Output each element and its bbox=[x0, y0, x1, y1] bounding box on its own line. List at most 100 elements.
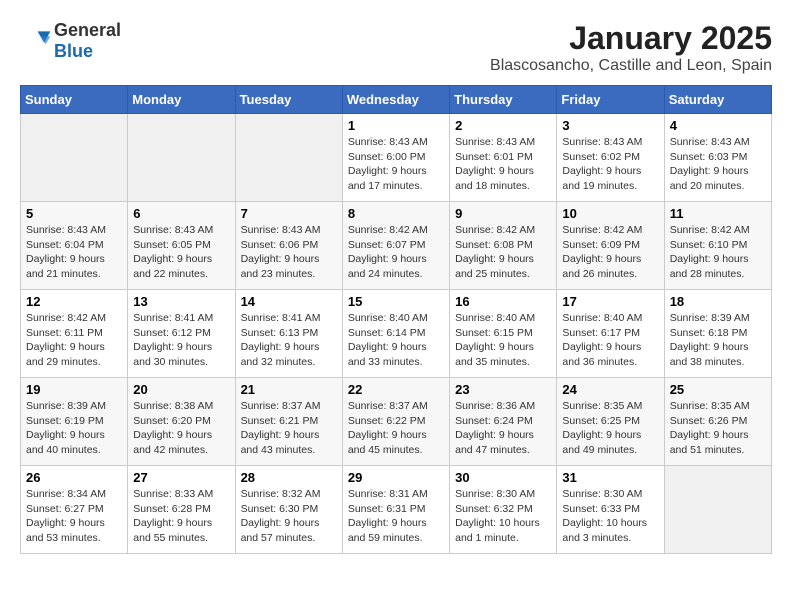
sunrise-text: Sunrise: 8:40 AM bbox=[562, 312, 642, 324]
sunset-text: Sunset: 6:15 PM bbox=[455, 327, 533, 339]
sunrise-text: Sunrise: 8:43 AM bbox=[670, 136, 750, 148]
calendar-cell: 8 Sunrise: 8:42 AM Sunset: 6:07 PM Dayli… bbox=[342, 202, 449, 290]
day-detail: Sunrise: 8:36 AM Sunset: 6:24 PM Dayligh… bbox=[455, 399, 551, 458]
day-detail: Sunrise: 8:35 AM Sunset: 6:25 PM Dayligh… bbox=[562, 399, 658, 458]
calendar-cell: 14 Sunrise: 8:41 AM Sunset: 6:13 PM Dayl… bbox=[235, 290, 342, 378]
calendar-cell: 13 Sunrise: 8:41 AM Sunset: 6:12 PM Dayl… bbox=[128, 290, 235, 378]
daylight-text: Daylight: 9 hours and 21 minutes. bbox=[26, 253, 105, 280]
weekday-header-row: SundayMondayTuesdayWednesdayThursdayFrid… bbox=[21, 86, 772, 114]
weekday-header-saturday: Saturday bbox=[664, 86, 771, 114]
daylight-text: Daylight: 9 hours and 25 minutes. bbox=[455, 253, 534, 280]
sunset-text: Sunset: 6:08 PM bbox=[455, 239, 533, 251]
sunrise-text: Sunrise: 8:41 AM bbox=[241, 312, 321, 324]
sunrise-text: Sunrise: 8:43 AM bbox=[455, 136, 535, 148]
daylight-text: Daylight: 9 hours and 35 minutes. bbox=[455, 341, 534, 368]
calendar-cell: 11 Sunrise: 8:42 AM Sunset: 6:10 PM Dayl… bbox=[664, 202, 771, 290]
day-number: 28 bbox=[241, 470, 337, 485]
sunrise-text: Sunrise: 8:31 AM bbox=[348, 488, 428, 500]
daylight-text: Daylight: 9 hours and 17 minutes. bbox=[348, 165, 427, 192]
sunset-text: Sunset: 6:30 PM bbox=[241, 503, 319, 515]
sunset-text: Sunset: 6:03 PM bbox=[670, 151, 748, 163]
daylight-text: Daylight: 10 hours and 1 minute. bbox=[455, 517, 540, 544]
daylight-text: Daylight: 9 hours and 45 minutes. bbox=[348, 429, 427, 456]
day-number: 3 bbox=[562, 118, 658, 133]
calendar-cell: 24 Sunrise: 8:35 AM Sunset: 6:25 PM Dayl… bbox=[557, 378, 664, 466]
sunset-text: Sunset: 6:11 PM bbox=[26, 327, 103, 339]
calendar-cell: 15 Sunrise: 8:40 AM Sunset: 6:14 PM Dayl… bbox=[342, 290, 449, 378]
day-detail: Sunrise: 8:35 AM Sunset: 6:26 PM Dayligh… bbox=[670, 399, 766, 458]
day-detail: Sunrise: 8:43 AM Sunset: 6:03 PM Dayligh… bbox=[670, 135, 766, 194]
day-number: 13 bbox=[133, 294, 229, 309]
daylight-text: Daylight: 9 hours and 24 minutes. bbox=[348, 253, 427, 280]
sunrise-text: Sunrise: 8:37 AM bbox=[348, 400, 428, 412]
day-number: 23 bbox=[455, 382, 551, 397]
sunset-text: Sunset: 6:25 PM bbox=[562, 415, 640, 427]
day-detail: Sunrise: 8:40 AM Sunset: 6:17 PM Dayligh… bbox=[562, 311, 658, 370]
calendar-week-2: 5 Sunrise: 8:43 AM Sunset: 6:04 PM Dayli… bbox=[21, 202, 772, 290]
day-detail: Sunrise: 8:43 AM Sunset: 6:04 PM Dayligh… bbox=[26, 223, 122, 282]
daylight-text: Daylight: 9 hours and 47 minutes. bbox=[455, 429, 534, 456]
sunrise-text: Sunrise: 8:33 AM bbox=[133, 488, 213, 500]
calendar-cell: 6 Sunrise: 8:43 AM Sunset: 6:05 PM Dayli… bbox=[128, 202, 235, 290]
calendar-subtitle: Blascosancho, Castille and Leon, Spain bbox=[490, 57, 772, 75]
sunset-text: Sunset: 6:01 PM bbox=[455, 151, 533, 163]
calendar-week-5: 26 Sunrise: 8:34 AM Sunset: 6:27 PM Dayl… bbox=[21, 466, 772, 554]
day-number: 15 bbox=[348, 294, 444, 309]
day-number: 31 bbox=[562, 470, 658, 485]
page-header: General Blue January 2025 Blascosancho, … bbox=[20, 20, 772, 75]
calendar-cell: 28 Sunrise: 8:32 AM Sunset: 6:30 PM Dayl… bbox=[235, 466, 342, 554]
calendar-title: January 2025 bbox=[490, 20, 772, 57]
day-detail: Sunrise: 8:43 AM Sunset: 6:02 PM Dayligh… bbox=[562, 135, 658, 194]
sunset-text: Sunset: 6:13 PM bbox=[241, 327, 319, 339]
calendar-week-3: 12 Sunrise: 8:42 AM Sunset: 6:11 PM Dayl… bbox=[21, 290, 772, 378]
sunrise-text: Sunrise: 8:30 AM bbox=[562, 488, 642, 500]
sunrise-text: Sunrise: 8:42 AM bbox=[670, 224, 750, 236]
sunrise-text: Sunrise: 8:43 AM bbox=[348, 136, 428, 148]
sunrise-text: Sunrise: 8:35 AM bbox=[562, 400, 642, 412]
sunrise-text: Sunrise: 8:30 AM bbox=[455, 488, 535, 500]
calendar-cell: 10 Sunrise: 8:42 AM Sunset: 6:09 PM Dayl… bbox=[557, 202, 664, 290]
calendar-table: SundayMondayTuesdayWednesdayThursdayFrid… bbox=[20, 85, 772, 554]
day-detail: Sunrise: 8:37 AM Sunset: 6:21 PM Dayligh… bbox=[241, 399, 337, 458]
daylight-text: Daylight: 9 hours and 55 minutes. bbox=[133, 517, 212, 544]
day-detail: Sunrise: 8:30 AM Sunset: 6:33 PM Dayligh… bbox=[562, 487, 658, 546]
day-number: 19 bbox=[26, 382, 122, 397]
sunset-text: Sunset: 6:14 PM bbox=[348, 327, 426, 339]
daylight-text: Daylight: 9 hours and 57 minutes. bbox=[241, 517, 320, 544]
calendar-week-4: 19 Sunrise: 8:39 AM Sunset: 6:19 PM Dayl… bbox=[21, 378, 772, 466]
daylight-text: Daylight: 10 hours and 3 minutes. bbox=[562, 517, 647, 544]
day-detail: Sunrise: 8:42 AM Sunset: 6:08 PM Dayligh… bbox=[455, 223, 551, 282]
daylight-text: Daylight: 9 hours and 23 minutes. bbox=[241, 253, 320, 280]
day-number: 14 bbox=[241, 294, 337, 309]
day-detail: Sunrise: 8:30 AM Sunset: 6:32 PM Dayligh… bbox=[455, 487, 551, 546]
day-number: 20 bbox=[133, 382, 229, 397]
calendar-cell: 22 Sunrise: 8:37 AM Sunset: 6:22 PM Dayl… bbox=[342, 378, 449, 466]
sunset-text: Sunset: 6:20 PM bbox=[133, 415, 211, 427]
daylight-text: Daylight: 9 hours and 49 minutes. bbox=[562, 429, 641, 456]
calendar-cell: 21 Sunrise: 8:37 AM Sunset: 6:21 PM Dayl… bbox=[235, 378, 342, 466]
day-detail: Sunrise: 8:37 AM Sunset: 6:22 PM Dayligh… bbox=[348, 399, 444, 458]
calendar-cell: 31 Sunrise: 8:30 AM Sunset: 6:33 PM Dayl… bbox=[557, 466, 664, 554]
sunset-text: Sunset: 6:18 PM bbox=[670, 327, 748, 339]
daylight-text: Daylight: 9 hours and 53 minutes. bbox=[26, 517, 105, 544]
daylight-text: Daylight: 9 hours and 29 minutes. bbox=[26, 341, 105, 368]
day-number: 11 bbox=[670, 206, 766, 221]
daylight-text: Daylight: 9 hours and 32 minutes. bbox=[241, 341, 320, 368]
sunrise-text: Sunrise: 8:42 AM bbox=[562, 224, 642, 236]
day-number: 12 bbox=[26, 294, 122, 309]
sunrise-text: Sunrise: 8:42 AM bbox=[455, 224, 535, 236]
sunset-text: Sunset: 6:24 PM bbox=[455, 415, 533, 427]
day-detail: Sunrise: 8:43 AM Sunset: 6:01 PM Dayligh… bbox=[455, 135, 551, 194]
sunrise-text: Sunrise: 8:39 AM bbox=[670, 312, 750, 324]
calendar-week-1: 1 Sunrise: 8:43 AM Sunset: 6:00 PM Dayli… bbox=[21, 114, 772, 202]
calendar-cell: 27 Sunrise: 8:33 AM Sunset: 6:28 PM Dayl… bbox=[128, 466, 235, 554]
calendar-cell bbox=[128, 114, 235, 202]
sunrise-text: Sunrise: 8:37 AM bbox=[241, 400, 321, 412]
weekday-header-wednesday: Wednesday bbox=[342, 86, 449, 114]
weekday-header-thursday: Thursday bbox=[450, 86, 557, 114]
daylight-text: Daylight: 9 hours and 36 minutes. bbox=[562, 341, 641, 368]
sunrise-text: Sunrise: 8:39 AM bbox=[26, 400, 106, 412]
calendar-cell: 4 Sunrise: 8:43 AM Sunset: 6:03 PM Dayli… bbox=[664, 114, 771, 202]
sunrise-text: Sunrise: 8:35 AM bbox=[670, 400, 750, 412]
sunset-text: Sunset: 6:06 PM bbox=[241, 239, 319, 251]
